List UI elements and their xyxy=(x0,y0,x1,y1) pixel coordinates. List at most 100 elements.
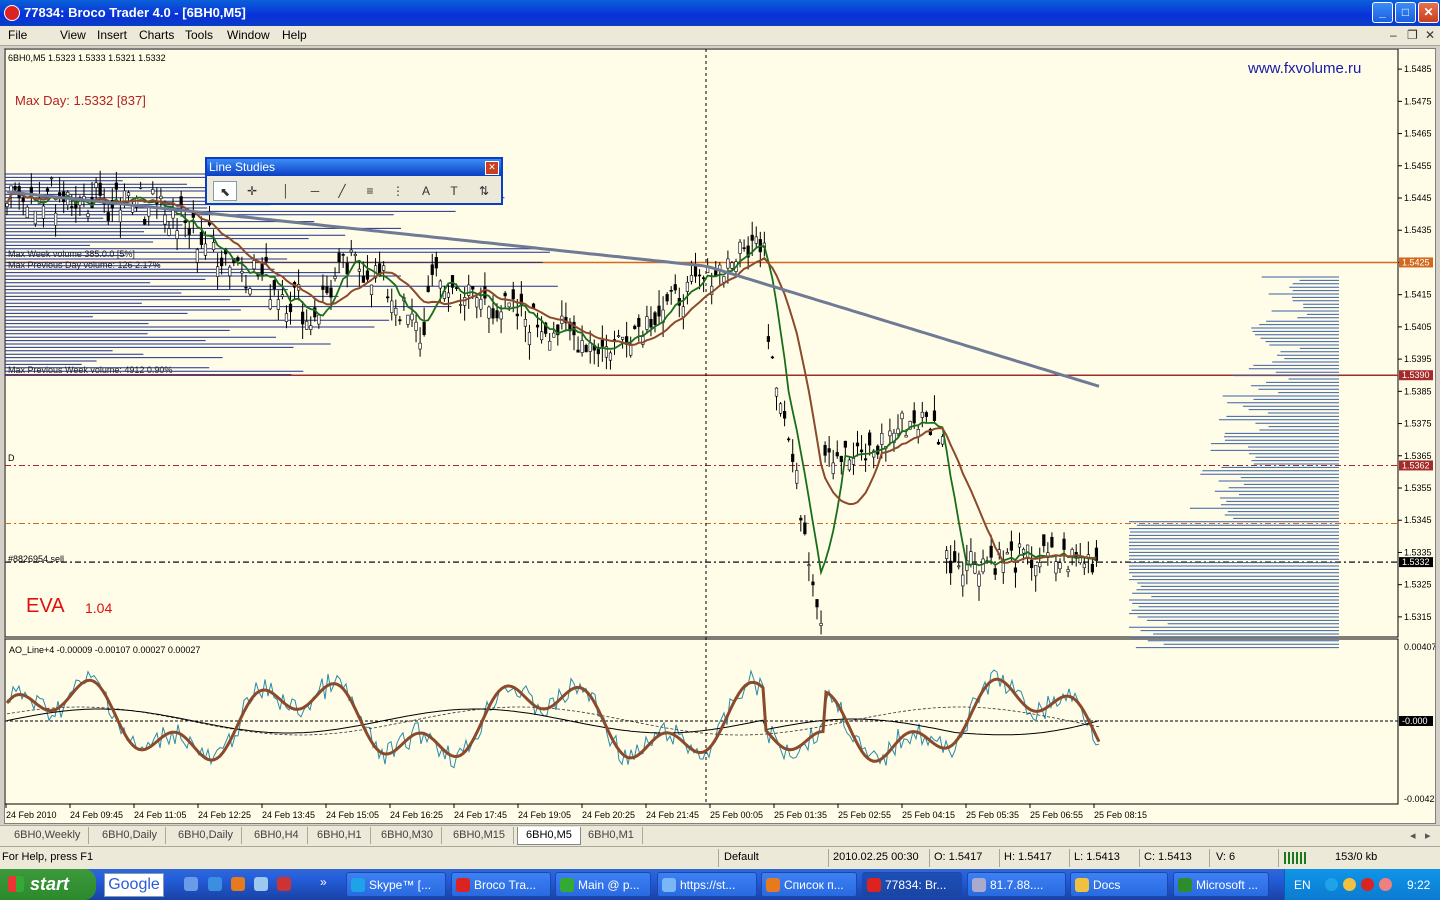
task-browser-ie[interactable]: https://st... xyxy=(657,872,757,897)
trendline-tool-icon[interactable]: ╱ xyxy=(330,181,354,201)
tray-antivirus-icon[interactable] xyxy=(1379,878,1392,891)
candle-body xyxy=(438,280,442,289)
remote-icon xyxy=(972,878,986,892)
candle-body xyxy=(41,205,46,219)
quick-launch-icon[interactable] xyxy=(254,877,268,891)
tab-daily-2[interactable]: 6BH0,Daily xyxy=(170,827,243,844)
candle-body xyxy=(953,551,957,563)
candle-body xyxy=(143,218,147,225)
toolbar-close-button[interactable]: ✕ xyxy=(485,161,499,175)
price-axis-label: 1.5355 xyxy=(1404,483,1432,493)
task-broco-trader[interactable]: Broco Tra... xyxy=(451,872,551,897)
tab-scroll-right-icon[interactable]: ▸ xyxy=(1425,829,1431,842)
candle-body xyxy=(620,336,625,340)
tab-scroll-left-icon[interactable]: ◂ xyxy=(1410,829,1416,842)
time-axis-label: 25 Feb 04:15 xyxy=(902,810,955,820)
menu-help[interactable]: Help xyxy=(282,28,307,42)
crosshair-tool-icon[interactable]: ✛ xyxy=(240,181,264,201)
candle-body xyxy=(799,517,803,521)
tab-weekly[interactable]: 6BH0,Weekly xyxy=(6,827,90,844)
tab-m1[interactable]: 6BH0,M1 xyxy=(580,827,643,844)
candle-body xyxy=(167,228,171,236)
tab-m15[interactable]: 6BH0,M15 xyxy=(445,827,514,844)
tab-daily[interactable]: 6BH0,Daily xyxy=(94,827,167,844)
mdi-minimize-button[interactable]: – xyxy=(1390,28,1397,42)
candle-body xyxy=(98,182,102,196)
task-docs[interactable]: Docs xyxy=(1070,872,1168,897)
vertical-line-tool-icon[interactable]: │ xyxy=(274,181,298,201)
candle-body xyxy=(25,206,29,219)
text-tool-icon[interactable]: A xyxy=(414,181,438,201)
candle-body xyxy=(349,249,353,253)
candle-body xyxy=(880,433,884,445)
cursor-tool-icon[interactable]: ⬉ xyxy=(213,181,237,201)
price-axis-label: 1.5315 xyxy=(1404,612,1432,622)
tab-m30[interactable]: 6BH0,M30 xyxy=(373,827,442,844)
candle-body xyxy=(390,300,394,313)
candle-body xyxy=(382,265,386,271)
task-microsoft[interactable]: Microsoft ... xyxy=(1173,872,1269,897)
menu-bar: File View Insert Charts Tools Window Hel… xyxy=(0,26,1440,46)
time-axis-label: 24 Feb 20:25 xyxy=(582,810,635,820)
status-high: H: 1.5417 xyxy=(1004,851,1052,863)
start-button[interactable]: start xyxy=(0,869,96,900)
candle-body xyxy=(859,449,864,453)
candle-body xyxy=(803,522,807,535)
menu-charts[interactable]: Charts xyxy=(139,28,174,42)
candle-body xyxy=(187,228,191,235)
menu-tools[interactable]: Tools xyxy=(185,28,213,42)
candle-body xyxy=(697,274,702,277)
candle-body xyxy=(863,458,868,461)
tray-app-icon[interactable] xyxy=(1343,878,1356,891)
skype-icon xyxy=(351,878,365,892)
task-skype[interactable]: Skype™ [... xyxy=(346,872,446,897)
mdi-close-button[interactable]: ✕ xyxy=(1425,28,1435,42)
horizontal-line-tool-icon[interactable]: ─ xyxy=(303,181,327,201)
candle-body xyxy=(657,305,661,317)
task-broco-trader-active[interactable]: 77834: Br... xyxy=(862,872,962,897)
tab-h4[interactable]: 6BH0,H4 xyxy=(246,827,308,844)
close-button[interactable]: ✕ xyxy=(1418,2,1439,23)
candle-body xyxy=(369,284,374,295)
tab-m5[interactable]: 6BH0,M5 xyxy=(517,827,581,845)
max-week-volume-label: Max Week volume 385.0.0 [5%] xyxy=(8,249,135,259)
tray-shield-icon[interactable] xyxy=(1361,878,1374,891)
candle-body xyxy=(673,284,677,291)
candle-body xyxy=(1066,569,1070,573)
menu-view[interactable]: View xyxy=(60,28,86,42)
internet-explorer-icon[interactable] xyxy=(208,877,222,891)
show-desktop-icon[interactable] xyxy=(184,877,198,891)
task-remote[interactable]: 81.7.88.... xyxy=(967,872,1066,897)
price-axis-label: 1.5395 xyxy=(1404,354,1432,364)
price-axis-label: 1.5325 xyxy=(1404,580,1432,590)
menu-insert[interactable]: Insert xyxy=(97,28,127,42)
minimize-button[interactable]: _ xyxy=(1372,2,1393,23)
menu-window[interactable]: Window xyxy=(227,28,270,42)
tab-h1[interactable]: 6BH0,H1 xyxy=(309,827,371,844)
candle-body xyxy=(993,568,997,575)
candle-body xyxy=(280,294,285,297)
candle-body xyxy=(722,276,726,283)
text-label-tool-icon[interactable]: T xyxy=(442,181,466,201)
tray-skype-icon[interactable] xyxy=(1325,878,1338,891)
candle-body xyxy=(944,550,949,559)
candle-body xyxy=(264,256,268,262)
task-main[interactable]: Main @ p... xyxy=(555,872,651,897)
maximize-button[interactable]: □ xyxy=(1395,2,1416,23)
time-axis-label: 25 Feb 01:35 xyxy=(774,810,827,820)
status-datetime: 2010.02.25 00:30 xyxy=(833,851,919,863)
order-label: #8826954 sell xyxy=(8,554,65,564)
task-browser-firefox[interactable]: Список п... xyxy=(761,872,857,897)
arrows-tool-icon[interactable]: ⇅ xyxy=(472,181,496,201)
google-search-box[interactable]: Google xyxy=(104,873,164,897)
equidistant-channel-tool-icon[interactable]: ≡ xyxy=(358,181,382,201)
quick-launch-more-icon[interactable]: » xyxy=(320,875,327,889)
mdi-restore-button[interactable]: ❐ xyxy=(1407,28,1418,42)
menu-file[interactable]: File xyxy=(8,28,27,42)
media-icon[interactable] xyxy=(277,877,291,891)
firefox-icon[interactable] xyxy=(231,877,245,891)
language-indicator[interactable]: EN xyxy=(1294,878,1311,892)
fibonacci-tool-icon[interactable]: ⋮ xyxy=(386,181,410,201)
line-studies-toolbar[interactable]: Line Studies ✕ ⬉ ✛ │ ─ ╱ ≡ ⋮ A T ⇅ xyxy=(205,157,503,205)
candle-body xyxy=(475,297,479,308)
